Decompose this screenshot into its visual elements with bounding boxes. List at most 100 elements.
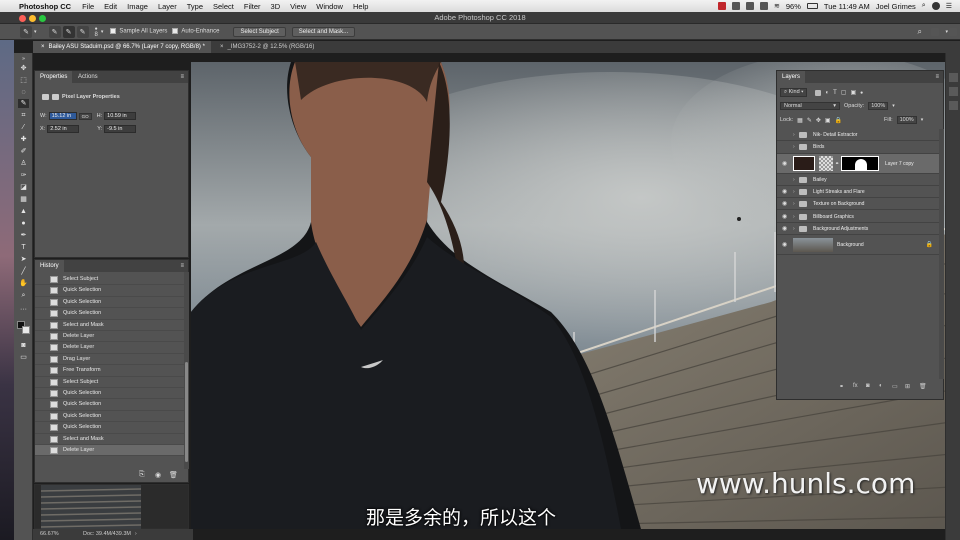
layer-row[interactable]: ◉ 🔒 Background	[777, 235, 939, 256]
search-icon[interactable]: ⌕	[918, 27, 922, 37]
history-state[interactable]: Delete Layer	[35, 445, 184, 457]
tab-bailey-psd[interactable]: × Bailey ASU Staduim.psd @ 66.7% (Layer 7…	[33, 41, 211, 53]
menu-app-name[interactable]: Photoshop CC	[19, 2, 71, 11]
layers-scrollbar[interactable]	[939, 129, 944, 379]
history-state[interactable]: Quick Selection	[35, 285, 184, 297]
menu-window[interactable]: Window	[316, 2, 343, 11]
share-icon[interactable]	[949, 27, 957, 36]
zoom-tool-icon[interactable]: ⌕	[18, 291, 29, 300]
history-state[interactable]: Quick Selection	[35, 422, 184, 434]
quick-selection-tool-icon[interactable]: ✎	[20, 25, 32, 38]
history-state[interactable]: Quick Selection	[35, 308, 184, 320]
shape-tool-icon[interactable]: ╱	[18, 267, 29, 276]
history-state[interactable]: Free Transform	[35, 365, 184, 377]
y-input[interactable]	[104, 125, 137, 133]
expand-group-icon[interactable]: ›	[793, 174, 795, 186]
layer-row[interactable]: ◉ ⚭ Layer 7 copy	[777, 153, 939, 174]
status-icon[interactable]	[760, 2, 769, 10]
transparency-thumbnail[interactable]	[819, 155, 833, 171]
eraser-tool-icon[interactable]: ◪	[18, 183, 29, 192]
subtract-from-selection-icon[interactable]: ✎	[76, 25, 89, 38]
sample-all-layers-checkbox[interactable]: Sample All Layers	[110, 28, 167, 35]
add-to-selection-icon[interactable]: ✎	[62, 25, 75, 38]
history-state[interactable]: Select Subject	[35, 274, 184, 286]
marquee-tool-icon[interactable]: ⬚	[18, 76, 29, 85]
menu-filter[interactable]: Filter	[244, 2, 261, 11]
history-scrollbar[interactable]	[184, 272, 189, 469]
blend-mode-dropdown[interactable]: Normal ▾	[780, 102, 840, 110]
visibility-eye-icon[interactable]: ◉	[782, 211, 787, 223]
filter-smart-object-icon[interactable]: ▣	[850, 89, 856, 96]
x-input[interactable]	[47, 125, 80, 133]
pen-tool-icon[interactable]: ✒	[18, 231, 29, 240]
layer-row[interactable]: ◉ › Texture on Background	[777, 198, 939, 211]
select-and-mask-button[interactable]: Select and Mask...	[291, 26, 356, 37]
layer-row[interactable]: › Bailey	[777, 174, 939, 186]
fill-input[interactable]: 100%	[896, 116, 917, 124]
layer-row[interactable]: ◉ › Billboard Graphics	[777, 211, 939, 223]
quick-selection-tool-icon[interactable]: ✎	[18, 99, 29, 108]
layer-thumbnail[interactable]	[793, 155, 815, 171]
lock-position-icon[interactable]: ✥	[816, 117, 821, 124]
brush-size-value[interactable]: 8	[95, 32, 98, 38]
expand-group-icon[interactable]: ›	[793, 141, 795, 153]
lasso-tool-icon[interactable]: ◌	[18, 88, 29, 97]
history-state[interactable]: Delete Layer	[35, 331, 184, 343]
filter-shape-icon[interactable]: ▢	[841, 89, 847, 96]
menu-layer[interactable]: Layer	[158, 2, 177, 11]
expand-group-icon[interactable]: ›	[793, 211, 795, 223]
battery-icon[interactable]	[806, 3, 818, 9]
visibility-eye-icon[interactable]: ◉	[782, 235, 787, 255]
opacity-chevron-icon[interactable]: ▾	[892, 103, 895, 109]
width-input[interactable]	[48, 112, 77, 120]
height-input[interactable]	[104, 112, 137, 120]
filter-toggle-icon[interactable]: ●	[860, 90, 863, 96]
layer-row[interactable]: › Birds	[777, 141, 939, 154]
expand-group-icon[interactable]: ›	[793, 198, 795, 210]
new-selection-icon[interactable]: ✎	[48, 25, 61, 38]
history-state[interactable]: Select Subject	[35, 377, 184, 388]
tab-layers[interactable]: Layers	[777, 71, 806, 83]
history-state[interactable]: Quick Selection	[35, 388, 184, 400]
lock-all-icon[interactable]: 🔒	[835, 117, 842, 124]
tab-history[interactable]: History	[35, 260, 64, 272]
history-state[interactable]: Quick Selection	[35, 399, 184, 411]
expand-group-icon[interactable]: ›	[793, 186, 795, 198]
notification-icon[interactable]: ☰	[946, 2, 952, 10]
filter-kind-dropdown[interactable]: ⌕ Kind ▾	[780, 88, 808, 97]
menu-type[interactable]: Type	[187, 2, 203, 11]
link-layers-icon[interactable]: ⚭	[839, 383, 844, 390]
workspace-chevron-icon[interactable]: ▾	[945, 29, 948, 35]
clone-stamp-tool-icon[interactable]: ♙	[18, 159, 29, 168]
status-icon[interactable]	[746, 2, 755, 10]
auto-enhance-checkbox[interactable]: Auto-Enhance	[172, 28, 219, 35]
history-state[interactable]: Drag Layer	[35, 354, 184, 366]
battery-percent[interactable]: 96%	[786, 2, 801, 11]
menu-edit[interactable]: Edit	[104, 2, 117, 11]
lock-icon[interactable]: 🔒	[926, 235, 933, 255]
filter-pixel-icon[interactable]	[815, 89, 822, 96]
dropbox-icon[interactable]	[732, 2, 741, 10]
mask-icon[interactable]	[52, 94, 59, 100]
menu-help[interactable]: Help	[353, 2, 368, 11]
lock-image-icon[interactable]: ✎	[807, 117, 812, 124]
move-tool-icon[interactable]: ✥	[18, 64, 29, 73]
dock-panel-icon[interactable]	[949, 101, 958, 110]
search-icon[interactable]: ⌕	[922, 2, 926, 10]
new-snapshot-icon[interactable]: ◉	[155, 471, 161, 479]
visibility-eye-icon[interactable]: ◉	[782, 186, 787, 198]
panel-menu-icon[interactable]: ≡	[180, 71, 184, 83]
user-name[interactable]: Joel Grimes	[876, 2, 916, 11]
link-dimensions-button[interactable]: GO	[78, 112, 92, 120]
crop-tool-icon[interactable]: ⌗	[18, 111, 29, 120]
workspace-icon[interactable]	[931, 27, 939, 36]
close-tab-icon[interactable]: ×	[41, 44, 45, 50]
select-subject-button[interactable]: Select Subject	[233, 26, 286, 37]
lock-artboard-icon[interactable]: ▣	[825, 117, 831, 124]
expand-group-icon[interactable]: ›	[793, 129, 795, 141]
more-tools-icon[interactable]: ···	[18, 305, 29, 314]
tab-properties[interactable]: Properties	[35, 71, 73, 83]
history-state[interactable]: Quick Selection	[35, 411, 184, 423]
add-mask-icon[interactable]: ◙	[866, 383, 870, 389]
eyedropper-tool-icon[interactable]: ⁄	[18, 123, 29, 132]
